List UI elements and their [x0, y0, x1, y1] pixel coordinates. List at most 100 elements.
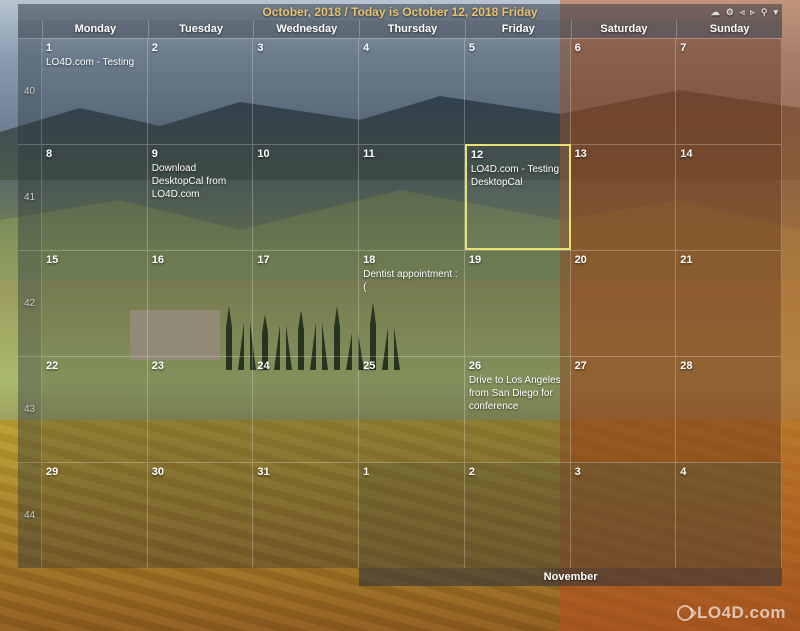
day-header: Monday: [42, 20, 148, 38]
day-cell[interactable]: 22: [42, 356, 148, 462]
event-text[interactable]: Drive to Los Angeles from San Diego for …: [469, 374, 566, 413]
event-text[interactable]: Dentist appointment :(: [363, 268, 460, 294]
day-number: 1: [46, 42, 143, 54]
day-header: Wednesday: [253, 20, 359, 38]
day-cell[interactable]: 17: [253, 250, 359, 356]
day-cell[interactable]: 30: [148, 462, 254, 568]
day-cell[interactable]: 11: [359, 144, 465, 250]
day-cell[interactable]: 10: [253, 144, 359, 250]
day-cell[interactable]: 24: [253, 356, 359, 462]
day-number: 30: [152, 466, 249, 478]
day-number: 26: [469, 360, 566, 372]
day-cell[interactable]: 4: [359, 38, 465, 144]
day-number: 4: [680, 466, 777, 478]
day-header: Saturday: [571, 20, 677, 38]
day-header: Tuesday: [148, 20, 254, 38]
watermark: LO4D.com: [677, 603, 786, 623]
week-header-blank: [18, 20, 42, 38]
day-number: 5: [469, 42, 566, 54]
day-cell[interactable]: 4: [676, 462, 782, 568]
day-number: 24: [257, 360, 354, 372]
day-cell[interactable]: 6: [571, 38, 677, 144]
day-number: 13: [575, 148, 672, 160]
day-number: 3: [257, 42, 354, 54]
day-number: 17: [257, 254, 354, 266]
day-cell[interactable]: 18 Dentist appointment :(: [359, 250, 465, 356]
day-cell[interactable]: 23: [148, 356, 254, 462]
day-number: 23: [152, 360, 249, 372]
day-cell[interactable]: 8: [42, 144, 148, 250]
day-number: 1: [363, 466, 460, 478]
day-number: 18: [363, 254, 460, 266]
day-cell[interactable]: 5: [465, 38, 571, 144]
day-cell[interactable]: 1 LO4D.com - Testing: [42, 38, 148, 144]
day-number: 20: [575, 254, 672, 266]
day-number: 2: [469, 466, 566, 478]
calendar-title: October, 2018 / Today is October 12, 201…: [262, 5, 537, 19]
event-text[interactable]: LO4D.com - Testing: [46, 56, 143, 69]
toolbar: ☁ ⚙ ◃ ▹ ⚲ ▾: [711, 4, 778, 20]
next-icon[interactable]: ▹: [750, 7, 755, 18]
day-number: 12: [471, 149, 565, 161]
day-number: 10: [257, 148, 354, 160]
day-number: 9: [152, 148, 249, 160]
desktop-calendar: October, 2018 / Today is October 12, 201…: [18, 4, 782, 586]
week-number: 44: [18, 462, 42, 568]
day-cell[interactable]: 3: [571, 462, 677, 568]
day-cell[interactable]: 2: [465, 462, 571, 568]
day-number: 8: [46, 148, 143, 160]
day-number: 29: [46, 466, 143, 478]
day-cell[interactable]: 15: [42, 250, 148, 356]
day-cell[interactable]: 28: [676, 356, 782, 462]
menu-icon[interactable]: ▾: [773, 7, 778, 18]
day-number: 2: [152, 42, 249, 54]
day-header: Sunday: [676, 20, 782, 38]
day-cell[interactable]: 21: [676, 250, 782, 356]
cloud-icon[interactable]: ☁: [711, 7, 720, 18]
next-month-label[interactable]: November: [359, 568, 782, 586]
watermark-text: LO4D.com: [697, 603, 786, 623]
day-number: 28: [680, 360, 777, 372]
day-cell[interactable]: 7: [676, 38, 782, 144]
day-cell[interactable]: 20: [571, 250, 677, 356]
prev-icon[interactable]: ◃: [740, 7, 745, 18]
day-cell[interactable]: 14: [676, 144, 782, 250]
day-cell[interactable]: 1: [359, 462, 465, 568]
week-number: 43: [18, 356, 42, 462]
day-cell[interactable]: 27: [571, 356, 677, 462]
day-number: 6: [575, 42, 672, 54]
search-icon[interactable]: ⚲: [761, 7, 768, 18]
day-number: 22: [46, 360, 143, 372]
day-cell[interactable]: 16: [148, 250, 254, 356]
day-number: 21: [680, 254, 777, 266]
day-header: Friday: [465, 20, 571, 38]
day-cell[interactable]: 13: [571, 144, 677, 250]
day-number: 25: [363, 360, 460, 372]
event-text[interactable]: LO4D.com - Testing DesktopCal: [471, 163, 565, 189]
watermark-icon: [677, 605, 693, 621]
day-number: 16: [152, 254, 249, 266]
day-number: 11: [363, 148, 460, 160]
week-number: 42: [18, 250, 42, 356]
day-number: 31: [257, 466, 354, 478]
day-cell[interactable]: 29: [42, 462, 148, 568]
day-cell[interactable]: 9 Download DesktopCal from LO4D.com: [148, 144, 254, 250]
event-text[interactable]: Download DesktopCal from LO4D.com: [152, 162, 249, 201]
day-number: 14: [680, 148, 777, 160]
day-cell[interactable]: 3: [253, 38, 359, 144]
day-number: 3: [575, 466, 672, 478]
day-cell[interactable]: 19: [465, 250, 571, 356]
day-number: 27: [575, 360, 672, 372]
day-cell[interactable]: 31: [253, 462, 359, 568]
settings-icon[interactable]: ⚙: [726, 7, 734, 18]
day-number: 4: [363, 42, 460, 54]
day-number: 19: [469, 254, 566, 266]
day-cell[interactable]: 26 Drive to Los Angeles from San Diego fo…: [465, 356, 571, 462]
day-cell[interactable]: 12 LO4D.com - Testing DesktopCal: [465, 144, 571, 250]
day-number: 7: [680, 42, 777, 54]
day-cell[interactable]: 25: [359, 356, 465, 462]
day-cell[interactable]: 2: [148, 38, 254, 144]
footer-row: November: [18, 568, 782, 586]
week-number: 40: [18, 38, 42, 144]
week-number: 41: [18, 144, 42, 250]
